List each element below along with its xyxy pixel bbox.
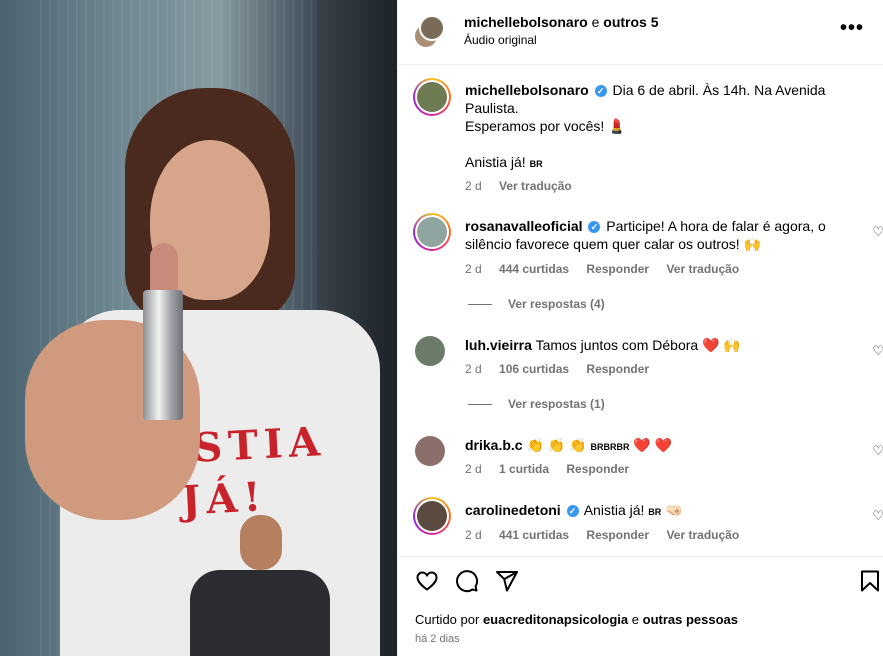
lipstick-tip xyxy=(150,243,178,295)
comment-text-row: luh.vieirra Tamos juntos com Débora ❤️ 🙌 xyxy=(465,336,845,354)
man-body xyxy=(190,570,330,656)
share-icon[interactable] xyxy=(495,569,519,593)
comment-avatar[interactable] xyxy=(413,213,451,251)
reply-button[interactable]: Responder xyxy=(586,362,649,376)
caption-username[interactable]: michellebolsonaro xyxy=(465,82,589,98)
header-others[interactable]: outros 5 xyxy=(603,14,658,30)
reply-button[interactable]: Responder xyxy=(586,528,649,542)
heart-icon[interactable] xyxy=(415,569,439,593)
comment-text: Anistia já! xyxy=(583,502,645,518)
comment-time[interactable]: 2 d xyxy=(465,528,482,542)
verified-icon: ✓ xyxy=(594,85,607,98)
reply-button[interactable]: Responder xyxy=(566,462,629,476)
verified-icon: ✓ xyxy=(566,505,579,518)
comment-avatar[interactable] xyxy=(415,336,445,366)
caption: michellebolsonaro ✓ Dia 6 de abril. Às 1… xyxy=(465,81,845,117)
overlay-man xyxy=(190,515,330,656)
caption-translate-link[interactable]: Ver tradução xyxy=(499,179,572,193)
caption-time[interactable]: 2 d xyxy=(465,179,482,193)
comment-text-row: drika.b.c 👏 👏 👏 BRBRBR ❤️ ❤️ xyxy=(465,436,845,456)
like-comment-heart-icon[interactable]: ♡ xyxy=(872,224,883,240)
caption-avatar[interactable] xyxy=(413,78,451,116)
clap-emojis: 👏 👏 👏 xyxy=(526,437,587,453)
liked-by: Curtido por euacreditonapsicologia e out… xyxy=(415,612,738,627)
comment-meta: 2 d 444 curtidas Responder Ver tradução xyxy=(465,262,753,276)
comment-text-row: rosanavalleoficial ✓ Participe! A hora d… xyxy=(465,217,845,253)
comment-avatar[interactable] xyxy=(415,436,445,466)
caption-line3: Anistia já! xyxy=(465,154,526,170)
view-replies-label[interactable]: Ver respostas (4) xyxy=(508,297,605,311)
post-age[interactable]: há 2 dias xyxy=(415,633,460,645)
translate-link[interactable]: Ver tradução xyxy=(666,262,739,276)
comment-meta: 2 d 1 curtida Responder xyxy=(465,462,643,476)
liked-by-prefix: Curtido por xyxy=(415,612,480,627)
comment-username[interactable]: drika.b.c xyxy=(465,437,523,453)
comment-time[interactable]: 2 d xyxy=(465,462,482,476)
like-comment-heart-icon[interactable]: ♡ xyxy=(872,508,883,524)
comment-text-row: carolinedetoni ✓ Anistia já! BR 🤜🏻 xyxy=(465,501,845,521)
comment-meta: 2 d 106 curtidas Responder xyxy=(465,362,663,376)
comment-likes[interactable]: 1 curtida xyxy=(499,462,549,476)
heart-emojis: ❤️ ❤️ xyxy=(633,437,673,453)
flag-icon: BR xyxy=(648,507,662,517)
liked-by-user[interactable]: euacreditonapsicologia xyxy=(483,612,628,627)
liked-by-joiner: e xyxy=(631,612,639,627)
action-bar: Curtido por euacreditonapsicologia e out… xyxy=(398,556,883,657)
comment-likes[interactable]: 444 curtidas xyxy=(499,262,569,276)
view-replies-button[interactable]: Ver respostas (1) xyxy=(468,397,605,411)
header-username[interactable]: michellebolsonaro xyxy=(464,14,588,30)
collab-avatar-1[interactable] xyxy=(419,15,445,41)
flag-icon: BR xyxy=(529,159,543,169)
comment-meta: 2 d 441 curtidas Responder Ver tradução xyxy=(465,528,753,542)
comment-time[interactable]: 2 d xyxy=(465,262,482,276)
more-icon[interactable]: ••• xyxy=(840,17,864,40)
like-comment-heart-icon[interactable]: ♡ xyxy=(872,443,883,459)
translate-link[interactable]: Ver tradução xyxy=(666,528,739,542)
caption-line3-row: Anistia já! BR xyxy=(465,153,845,173)
verified-icon: ✓ xyxy=(588,221,601,234)
comment-avatar[interactable] xyxy=(413,497,451,535)
liked-by-others[interactable]: outras pessoas xyxy=(643,612,738,627)
header-joiner: e xyxy=(591,14,600,30)
view-replies-label[interactable]: Ver respostas (1) xyxy=(508,397,605,411)
comment-icon[interactable] xyxy=(455,569,479,593)
reply-button[interactable]: Responder xyxy=(586,262,649,276)
flag-icon: BRBRBR xyxy=(590,442,630,452)
fist-emoji: 🤜🏻 xyxy=(665,502,683,518)
view-replies-button[interactable]: Ver respostas (4) xyxy=(468,297,605,311)
post-details-panel: michellebolsonaro e outros 5 Áudio origi… xyxy=(397,0,883,656)
replies-line xyxy=(468,304,492,306)
lipstick-tube xyxy=(143,290,183,420)
comment-username[interactable]: rosanavalleoficial xyxy=(465,218,583,234)
like-comment-heart-icon[interactable]: ♡ xyxy=(872,343,883,359)
post-media[interactable]: ISTIA JÁ! xyxy=(0,0,397,656)
header-usernames[interactable]: michellebolsonaro e outros 5 xyxy=(464,14,659,30)
comment-username[interactable]: luh.vieirra xyxy=(465,337,532,353)
man-head xyxy=(240,515,282,570)
caption-line2: Esperamos por vocês! 💄 xyxy=(465,118,626,134)
comment-likes[interactable]: 441 curtidas xyxy=(499,528,569,542)
caption-meta: 2 d Ver tradução xyxy=(465,179,586,193)
comment-username[interactable]: carolinedetoni xyxy=(465,502,561,518)
replies-line xyxy=(468,404,492,406)
comment-time[interactable]: 2 d xyxy=(465,362,482,376)
audio-label[interactable]: Áudio original xyxy=(464,33,537,47)
bookmark-icon[interactable] xyxy=(860,569,880,593)
comment-likes[interactable]: 106 curtidas xyxy=(499,362,569,376)
post-header: michellebolsonaro e outros 5 Áudio origi… xyxy=(398,0,883,65)
comment-text: Tamos juntos com Débora ❤️ 🙌 xyxy=(535,337,741,353)
